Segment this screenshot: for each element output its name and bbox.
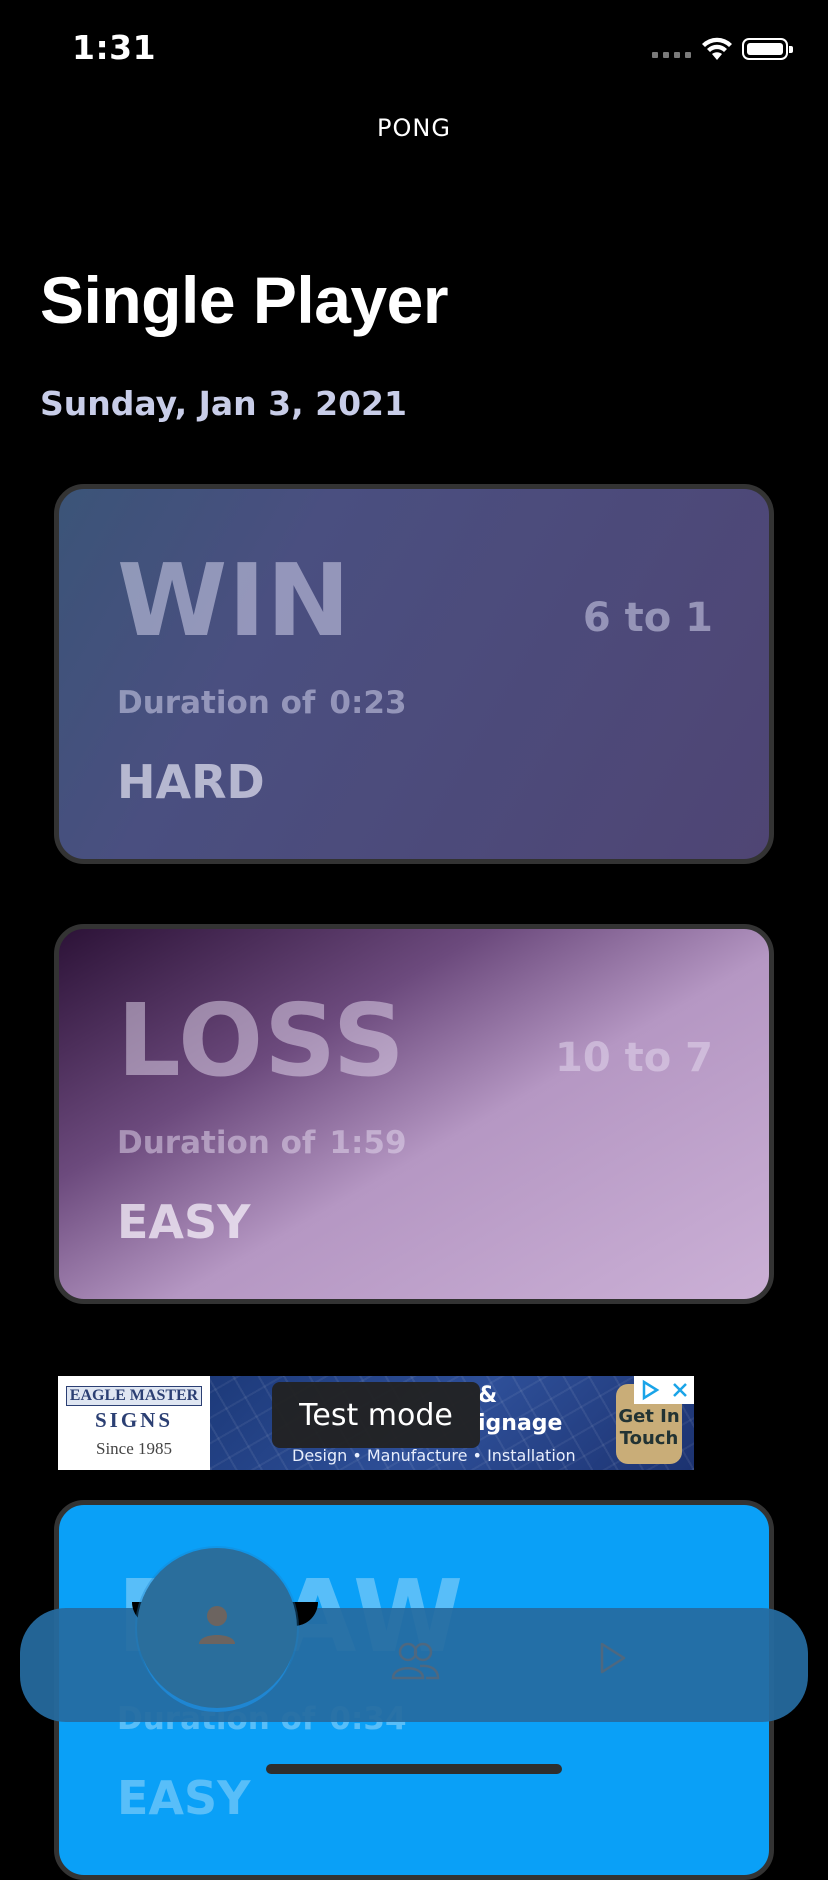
game-score: 6 to 1 xyxy=(582,595,713,641)
duration-value: 1:59 xyxy=(329,1125,407,1161)
test-mode-label: Test mode xyxy=(272,1382,480,1448)
duration-label: Duration of xyxy=(117,1125,316,1161)
game-card-loss[interactable]: LOSS 10 to 7 Duration of 1:59 EASY xyxy=(54,924,774,1304)
game-difficulty: HARD xyxy=(117,755,265,809)
play-icon[interactable] xyxy=(598,1640,628,1676)
ad-headline-line2: ignage xyxy=(478,1410,563,1436)
ad-choices[interactable] xyxy=(634,1376,694,1404)
game-card-win[interactable]: WIN 6 to 1 Duration of 0:23 HARD xyxy=(54,484,774,864)
game-duration: Duration of 0:23 xyxy=(117,685,407,721)
duration-value: 0:23 xyxy=(329,685,407,721)
status-time: 1:31 xyxy=(72,28,157,67)
page-date: Sunday, Jan 3, 2021 xyxy=(40,384,407,423)
person-icon xyxy=(199,1606,235,1644)
ad-tagline: Design • Manufacture • Installation xyxy=(292,1446,576,1465)
game-difficulty: EASY xyxy=(117,1195,251,1249)
page-title: Single Player xyxy=(40,263,449,337)
close-icon[interactable] xyxy=(670,1380,690,1400)
game-result: WIN xyxy=(117,542,352,659)
cellular-signal-icon xyxy=(652,52,691,58)
ad-brand-since: Since 1985 xyxy=(95,1439,173,1458)
people-icon[interactable] xyxy=(390,1640,440,1684)
game-difficulty: EASY xyxy=(117,1771,251,1825)
ad-headline: & ignage xyxy=(478,1382,562,1437)
game-result: LOSS xyxy=(117,982,406,1099)
app-title: PONG xyxy=(377,114,451,142)
ad-brand-logo: EAGLE MASTER SIGNS Since 1985 xyxy=(58,1376,210,1470)
ad-brand-name: EAGLE MASTER xyxy=(66,1386,202,1406)
battery-icon xyxy=(742,38,793,60)
tab-single-player[interactable] xyxy=(137,1548,297,1708)
home-indicator xyxy=(266,1764,562,1774)
duration-label: Duration of xyxy=(117,685,316,721)
status-bar: 1:31 xyxy=(0,0,828,100)
ad-headline-line1: & xyxy=(478,1383,498,1408)
game-score: 10 to 7 xyxy=(555,1035,713,1081)
ad-choices-play-icon[interactable] xyxy=(639,1379,661,1401)
game-duration: Duration of 1:59 xyxy=(117,1125,407,1161)
ad-brand-signs: SIGNS xyxy=(94,1408,174,1432)
wifi-icon xyxy=(702,37,732,60)
